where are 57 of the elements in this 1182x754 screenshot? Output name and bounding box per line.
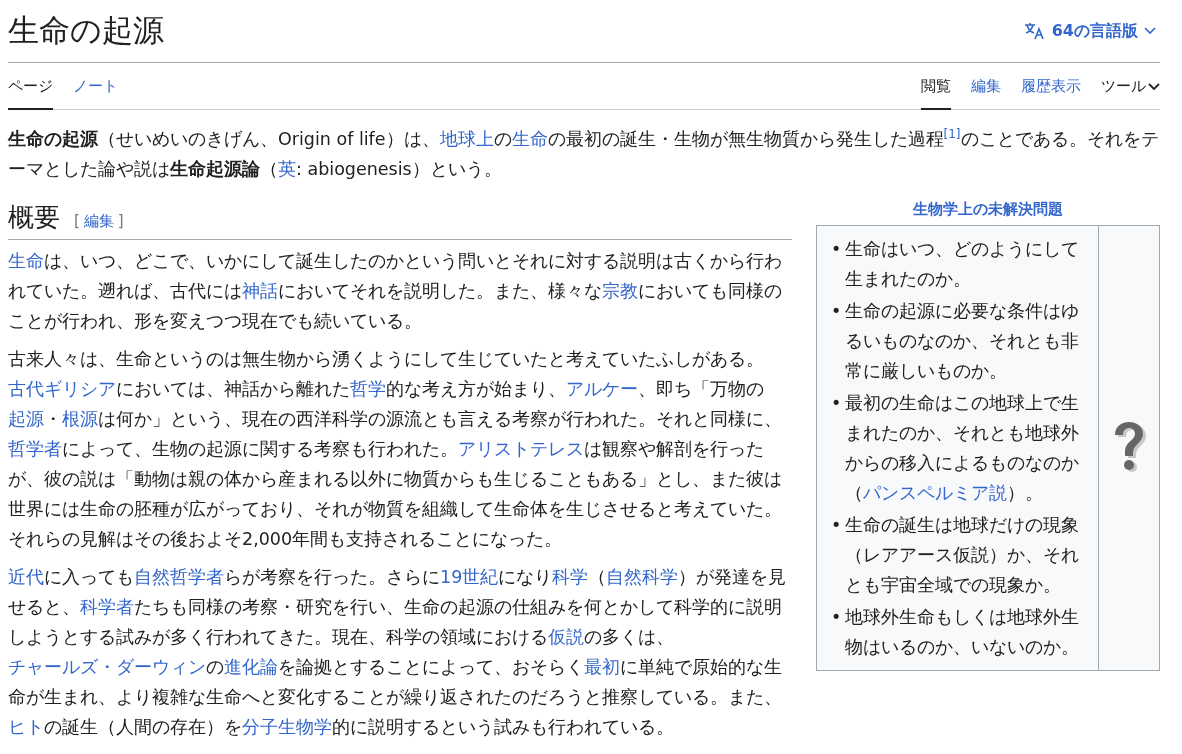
bracket: ] [117, 212, 124, 231]
lead-paragraph: 生命の起源（せいめいのきげん、Origin of life）は、地球上の生命の最初の誕生・生物が無生物質から発生した過程$^{[1]}$のことである。それをテーマとした論や説は生命起源論（英: abiogenesis）という。 [8, 126, 1160, 181]
link[interactable]: 近代 [8, 567, 44, 587]
link[interactable]: 起源 [8, 409, 44, 429]
link[interactable]: アルケー [566, 379, 638, 399]
link[interactable]: 進化論 [224, 657, 278, 677]
tools-menu[interactable]: ツール [1101, 63, 1160, 110]
link[interactable]: 古代ギリシア [8, 379, 116, 399]
bullet: • [831, 606, 839, 629]
link[interactable]: 哲学 [350, 379, 386, 399]
link[interactable]: 分子生物学 [242, 717, 332, 737]
reference-link[interactable]: [1] [943, 127, 961, 142]
edit-link[interactable]: 編集 [83, 212, 114, 231]
link[interactable]: 最初 [584, 657, 620, 677]
link[interactable]: 19世紀 [440, 567, 499, 587]
view-tab[interactable]: 編集 [971, 63, 1001, 110]
link[interactable]: 科学 [552, 567, 589, 587]
link[interactable]: 根源 [62, 409, 98, 429]
caret-icon [1144, 27, 1156, 35]
list-item: 生命の起源に必要な条件はゆるいものなのか、それとも非常に厳しいものか。 [845, 300, 1080, 383]
link[interactable]: 宗教 [602, 281, 638, 301]
language-button[interactable]: 64の言語版 [1019, 20, 1160, 42]
caret-icon [1148, 82, 1160, 91]
bullet: • [831, 392, 839, 415]
list-item: 生命の誕生は地球だけの現象（レアアース仮説）か、それとも宇宙全域での現象か。 [845, 514, 1080, 597]
section-heading: 概要 [8, 201, 60, 234]
link[interactable]: 自然科学 [606, 567, 679, 587]
list-item: 最初の生命はこの地球上で生まれたのか、それとも地球外からの移入によるものなのか（パンスペルミア説）。 [845, 392, 1080, 505]
link[interactable]: アリストテレス [458, 439, 584, 459]
page-tab[interactable]: ページ [8, 63, 53, 110]
link[interactable]: 地球上 [439, 129, 494, 149]
view-tab[interactable]: 閲覧 [921, 63, 951, 110]
link[interactable]: 自然哲学者 [134, 567, 224, 587]
body-paragraph: 古来人々は、生命というのは無生物から湧くようにして生じていたと考えていたふしがある。 古代ギリシアにおいては、神話から離れた哲学的な考え方が始まり、アルケー、即ち「万物の 起源・根源は何か」という、現在の西洋科学の源流とも言える考察が行われた。それと同様に、 哲学者によって、生物の起源に関する考察も行われた。アリストテレスは観察や解剖を行ったが、彼の説は「動物は親の体から産まれる以外に物質からも生じることもある」とし、また彼は世界には生命の胚種が広がっており、それが物質を組織して生命体を生じさせると考えていた。それらの見解はその後およそ2,000年間も支持されることになった。 [8, 348, 783, 551]
translate-icon [1023, 22, 1046, 40]
list-item: 生命はいつ、どのようにして生まれたのか。 [845, 238, 1080, 291]
bullet: • [831, 238, 839, 261]
list-item: 地球外生命もしくは地球外生物はいるのか、いないのか。 [845, 606, 1080, 659]
link[interactable]: ヒト [8, 717, 44, 737]
infobox-caption: 生物学上の未解決問題 [911, 200, 1064, 219]
link[interactable]: チャールズ・ダーウィン [8, 657, 206, 677]
link[interactable]: 生命 [8, 251, 44, 271]
bullet: • [831, 300, 839, 323]
link[interactable]: 科学者 [80, 597, 134, 617]
bullet: • [831, 514, 839, 537]
link[interactable]: 英 [278, 159, 296, 179]
link[interactable]: 神話 [242, 281, 278, 301]
bracket: [ [74, 212, 80, 231]
body-paragraph: 生命は、いつ、どこで、いかにして誕生したのかという問いとそれに対する説明は古くから行われていた。遡れば、古代には神話においてそれを説明した。また、様々な宗教においても同様のことが行われ、形を変えつつ現在でも続いている。 [8, 250, 783, 333]
page-title: 生命の起源 [8, 11, 164, 50]
link[interactable]: パンスペルミア説 [863, 483, 1007, 503]
view-tab[interactable]: 履歴表示 [1021, 63, 1081, 110]
link[interactable]: 哲学者 [8, 439, 62, 459]
link[interactable]: 仮説 [548, 627, 584, 647]
link[interactable]: 生命 [511, 129, 548, 149]
body-paragraph: 近代に入っても 自然哲学者らが考察を行った。さらに19世紀になり 科学（自然科学）が発達を見せると、科学者たちも同様の考察・研究を行い、生命の起源の仕組みを何とかして科学的に説明しようとする試みが多く行われてきた。現在、科学の領域における仮説の多くは、 チャールズ・ダーウィンの進化論を論拠とすることによって、おそらく 最初に単純で原始的な生命が生まれ、より複雑な生命へと変化することが繰り返されたのだろうと推察している。また、 ヒト の誕生（人間の存在）を分子生物学的に説明するという試みも行われている。 [8, 566, 788, 739]
page-tab[interactable]: ノート [73, 63, 118, 110]
